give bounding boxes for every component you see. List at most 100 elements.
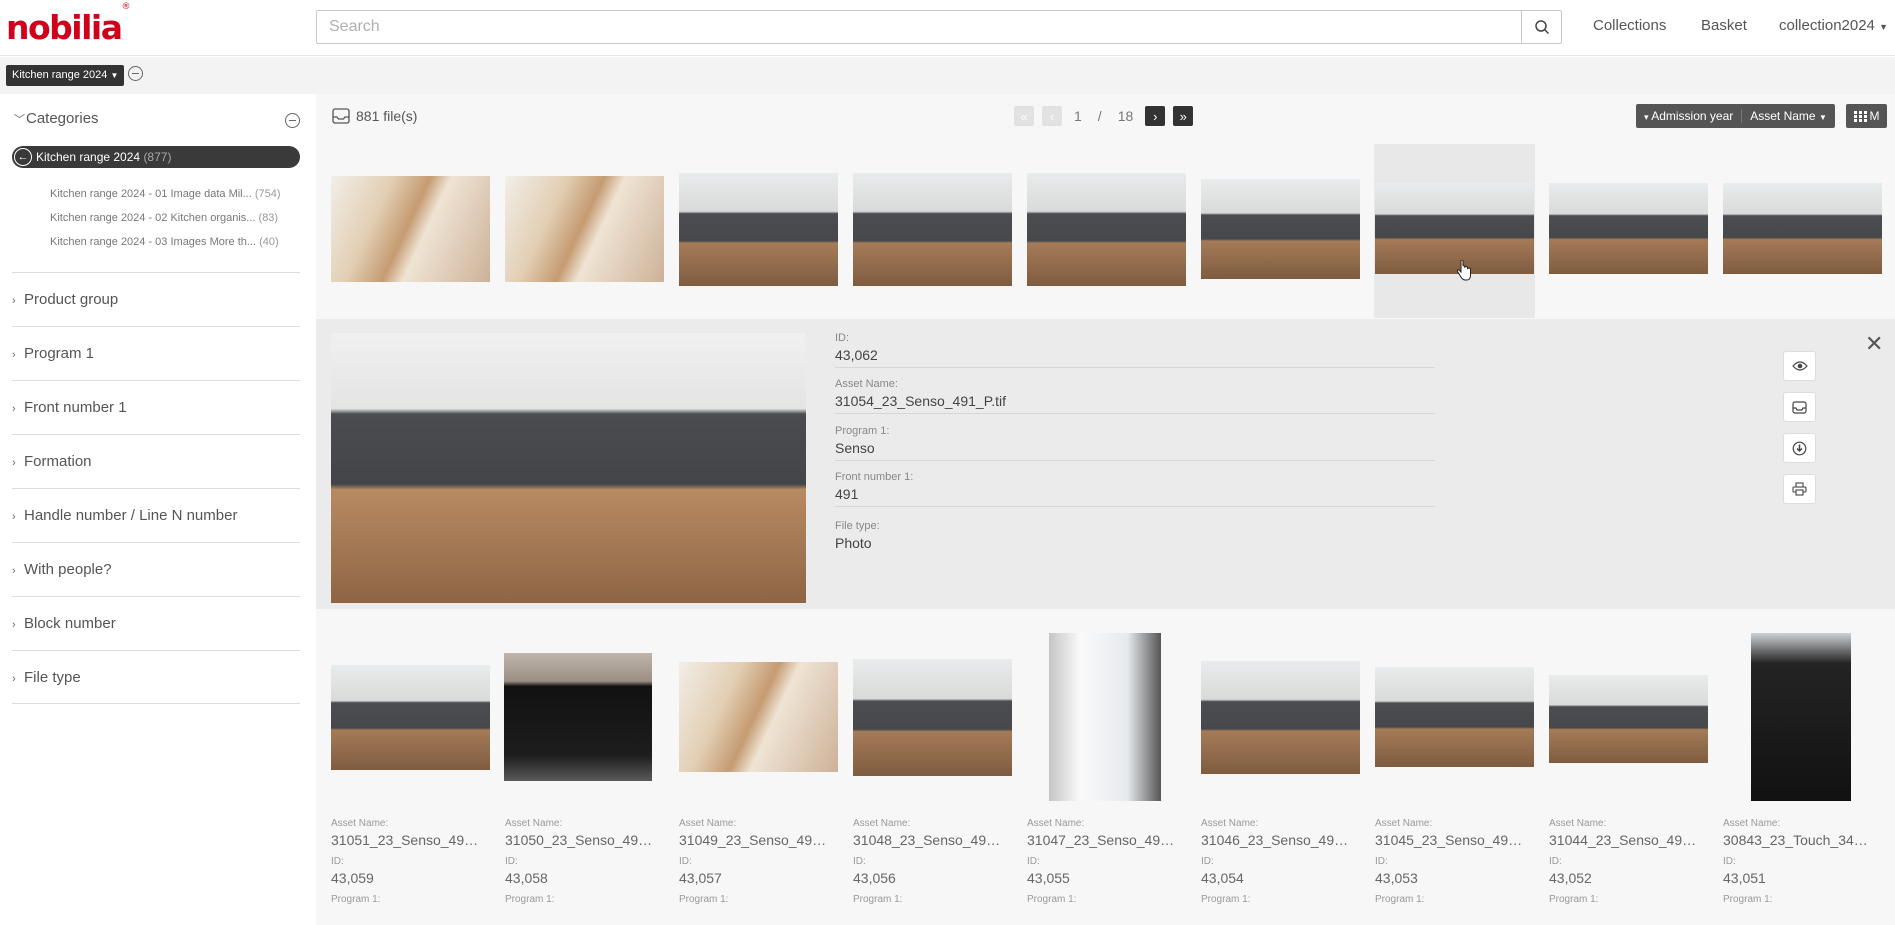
facet-label: With people? — [24, 561, 112, 578]
active-category-label: Kitchen range 2024 — [36, 150, 141, 164]
facet-file-type[interactable]: › File type — [12, 650, 300, 704]
eye-icon — [1791, 361, 1808, 371]
subcategory-item[interactable]: Kitchen range 2024 - 02 Kitchen organis.… — [50, 212, 278, 224]
close-icon[interactable]: ✕ — [1865, 333, 1883, 355]
last-page-icon[interactable]: » — [1173, 106, 1194, 126]
asset-thumbnail[interactable] — [331, 665, 490, 770]
asset-thumbnail[interactable] — [1049, 633, 1161, 801]
facet-product-group[interactable]: › Product group — [12, 272, 300, 326]
add-to-basket-button[interactable] — [1783, 392, 1816, 422]
asset-card-meta: Asset Name: 31049_23_Senso_491_... ID: 4… — [679, 817, 829, 906]
asset-preview-image[interactable] — [331, 333, 806, 603]
asset-thumbnail[interactable] — [1549, 675, 1708, 763]
asset-card-meta: Asset Name: 31048_23_Senso_491_... ID: 4… — [853, 817, 1003, 906]
asset-thumbnail[interactable] — [853, 173, 1012, 286]
collapse-categories-icon[interactable] — [285, 113, 300, 128]
facet-program-1[interactable]: › Program 1 — [12, 326, 300, 380]
nav-basket[interactable]: Basket — [1701, 17, 1747, 34]
detail-value: Senso — [835, 440, 875, 456]
search-button[interactable] — [1521, 11, 1561, 43]
facet-with-people[interactable]: › With people? — [12, 542, 300, 596]
remove-filter-icon[interactable] — [128, 66, 143, 81]
download-button[interactable] — [1783, 433, 1816, 463]
asset-program-label: Program 1: — [1723, 894, 1773, 905]
range-dropdown[interactable]: Kitchen range 2024 ▼ — [6, 65, 125, 86]
first-page-icon[interactable]: « — [1014, 106, 1034, 126]
asset-thumbnail[interactable] — [679, 662, 838, 772]
sort-field-label: Asset Name — [1750, 109, 1816, 123]
asset-name-value[interactable]: 31051_23_Senso_491_... — [331, 830, 481, 850]
view-size-button[interactable]: M — [1846, 104, 1887, 128]
facet-front-number-1[interactable]: › Front number 1 — [12, 380, 300, 434]
asset-thumbnail[interactable] — [504, 653, 652, 781]
asset-thumbnail[interactable] — [1549, 183, 1708, 274]
sort-field-dropdown[interactable]: Asset Name ▼ — [1742, 109, 1835, 123]
filter-bar: Kitchen range 2024 ▼ — [0, 57, 1895, 94]
asset-name-value[interactable]: 31050_23_Senso_491_... — [505, 830, 655, 850]
asset-thumbnail[interactable] — [331, 176, 490, 282]
preview-button[interactable] — [1783, 351, 1816, 381]
subcategory-label: Kitchen range 2024 - 01 Image data Mil..… — [50, 188, 252, 200]
search-input[interactable] — [317, 11, 1521, 43]
asset-name-value[interactable]: 31048_23_Senso_491_... — [853, 830, 1003, 850]
search-box — [316, 10, 1562, 44]
asset-name-value[interactable]: 31045_23_Senso_491_... — [1375, 830, 1525, 850]
detail-field-front-number: Front number 1: 491 — [835, 470, 1435, 507]
active-category[interactable]: ← Kitchen range 2024 (877) — [12, 146, 300, 168]
detail-field-program: Program 1: Senso — [835, 424, 1435, 461]
detail-label: Asset Name: — [835, 378, 898, 390]
asset-card-meta: Asset Name: 31050_23_Senso_491_... ID: 4… — [505, 817, 655, 906]
next-page-icon[interactable]: › — [1145, 106, 1166, 126]
asset-thumbnail[interactable] — [1201, 661, 1360, 774]
asset-thumbnail[interactable] — [1201, 179, 1360, 279]
asset-program-label: Program 1: — [1027, 894, 1077, 905]
detail-field-asset-name: Asset Name: 31054_23_Senso_491_P.tif — [835, 377, 1435, 414]
asset-id-label: ID: — [1375, 856, 1388, 867]
asset-name-label: Asset Name: — [853, 818, 911, 829]
facet-block-number[interactable]: › Block number — [12, 596, 300, 650]
asset-thumbnail[interactable] — [1723, 183, 1882, 274]
nav-account-menu[interactable]: collection2024 ▼ — [1779, 17, 1888, 34]
facet-formation[interactable]: › Formation — [12, 434, 300, 488]
subcategory-label: Kitchen range 2024 - 02 Kitchen organis.… — [50, 212, 256, 224]
back-arrow-icon[interactable]: ← — [14, 148, 32, 166]
detail-value: Photo — [835, 535, 872, 551]
asset-thumbnail[interactable] — [679, 173, 838, 286]
subcategory-item[interactable]: Kitchen range 2024 - 01 Image data Mil..… — [50, 188, 281, 200]
asset-id-label: ID: — [1723, 856, 1736, 867]
asset-thumbnail[interactable] — [505, 176, 664, 282]
asset-name-label: Asset Name: — [1201, 818, 1259, 829]
asset-thumbnail[interactable] — [1027, 173, 1186, 286]
asset-name-value[interactable]: 31046_23_Senso_491_... — [1201, 830, 1351, 850]
asset-thumbnail-selected[interactable] — [1375, 183, 1534, 274]
asset-name-value[interactable]: 31049_23_Senso_491_... — [679, 830, 829, 850]
account-label: collection2024 — [1779, 17, 1875, 34]
facet-label: Front number 1 — [24, 399, 127, 416]
nobilia-logo[interactable]: nobilia® — [6, 2, 131, 47]
prev-page-icon[interactable]: ‹ — [1042, 106, 1062, 126]
print-button[interactable] — [1783, 474, 1816, 504]
asset-detail-panel: ID: 43,062 Asset Name: 31054_23_Senso_491_… — [316, 319, 1895, 609]
sort-order-button[interactable]: ▾ Admission year — [1636, 109, 1743, 123]
current-page[interactable]: 1 — [1074, 108, 1082, 124]
asset-id-value: 43,054 — [1201, 870, 1244, 886]
chevron-right-icon: › — [12, 403, 16, 415]
asset-name-value[interactable]: 31044_23_Senso_491_... — [1549, 830, 1699, 850]
results-area: 881 file(s) « ‹ 1 / 18 › » ▾ Admission y… — [316, 94, 1895, 925]
subcategory-label: Kitchen range 2024 - 03 Images More th..… — [50, 236, 257, 248]
asset-thumbnail[interactable] — [853, 659, 1012, 776]
facet-label: Program 1 — [24, 345, 95, 362]
nav-collections[interactable]: Collections — [1593, 17, 1666, 34]
asset-name-value[interactable]: 30843_23_Touch_340_... — [1723, 830, 1873, 850]
asset-thumbnail[interactable] — [1375, 667, 1534, 767]
asset-name-value[interactable]: 31047_23_Senso_491_... — [1027, 830, 1177, 850]
sidebar: ﹀Categories ← Kitchen range 2024 (877) K… — [0, 94, 316, 925]
chevron-down-icon: ▾ — [1644, 112, 1649, 122]
categories-header[interactable]: ﹀Categories — [14, 110, 99, 127]
asset-id-label: ID: — [505, 856, 518, 867]
subcategory-item[interactable]: Kitchen range 2024 - 03 Images More th..… — [50, 236, 279, 248]
file-count-text: 881 file(s) — [356, 108, 418, 124]
asset-thumbnail[interactable] — [1751, 633, 1851, 801]
asset-id-label: ID: — [679, 856, 692, 867]
facet-handle-number[interactable]: › Handle number / Line N number — [12, 488, 300, 542]
